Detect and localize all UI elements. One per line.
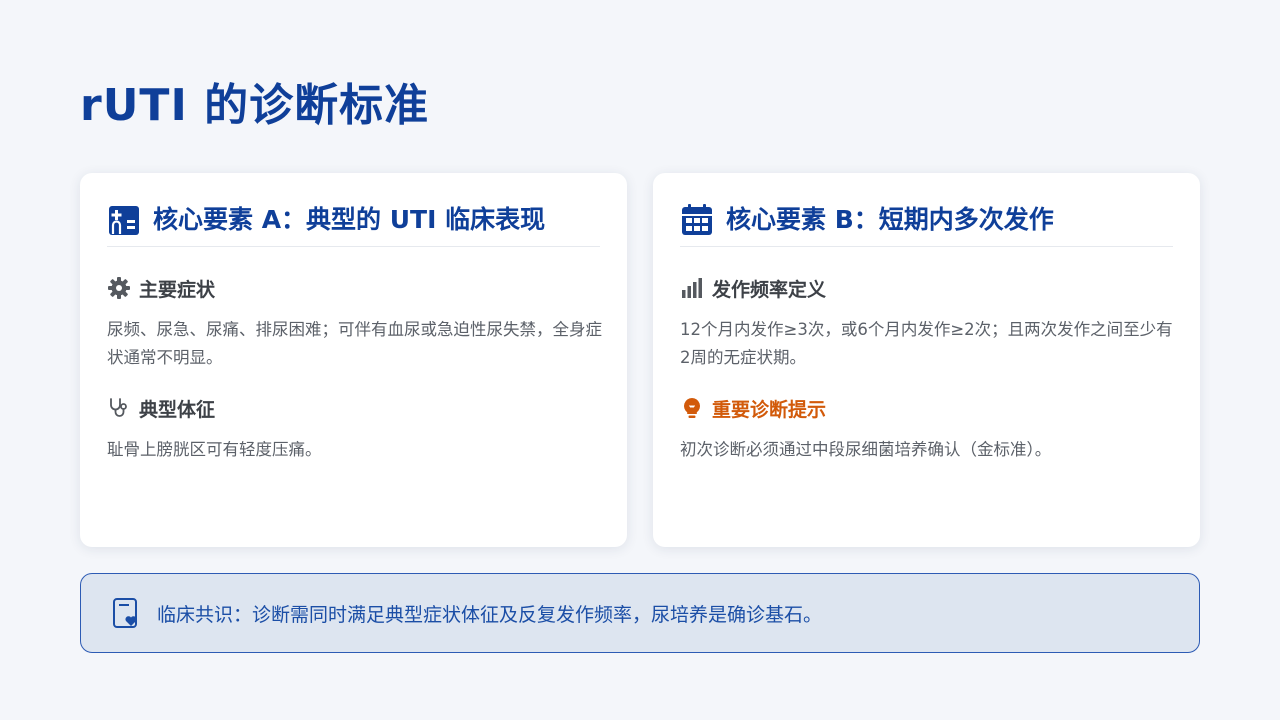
lightbulb-icon bbox=[684, 398, 700, 418]
bar-chart-icon bbox=[682, 278, 702, 298]
card-title: 核心要素 B：短期内多次发作 bbox=[726, 205, 1054, 234]
typical-signs-section: 典型体征 耻骨上膀胱区可有轻度压痛。 bbox=[107, 394, 603, 464]
hospital-icon bbox=[109, 206, 139, 235]
section-text: 初次诊断必须通过中段尿细菌培养确认（金标准）。 bbox=[680, 440, 1052, 459]
section-title: 典型体征 bbox=[139, 398, 216, 421]
card-title: 核心要素 A：典型的 UTI 临床表现 bbox=[153, 205, 546, 234]
card-header: 核心要素 A：典型的 UTI 临床表现 bbox=[107, 201, 600, 247]
calendar-icon bbox=[682, 204, 712, 235]
section-title: 主要症状 bbox=[139, 278, 216, 301]
clinical-consensus-banner: 临床共识：诊断需同时满足典型症状体征及反复发作频率，尿培养是确诊基石。 bbox=[80, 573, 1200, 653]
frequency-definition-section: 发作频率定义 12个月内发作≥3次，或6个月内发作≥2次；且两次发作之间至少有2… bbox=[680, 274, 1176, 372]
stethoscope-icon bbox=[110, 398, 127, 417]
diagnosis-tip-section: 重要诊断提示 初次诊断必须通过中段尿细菌培养确认（金标准）。 bbox=[680, 394, 1176, 464]
core-element-a-card: 核心要素 A：典型的 UTI 临床表现 主要症状 尿频、尿急、尿痛、排尿困难；可… bbox=[80, 173, 627, 547]
clipboard-heart-icon bbox=[113, 598, 137, 628]
card-header: 核心要素 B：短期内多次发作 bbox=[680, 201, 1173, 247]
core-element-b-card: 核心要素 B：短期内多次发作 发作频率定义 12个月内发作≥3次，或6个月内发作… bbox=[653, 173, 1200, 547]
section-text: 12个月内发作≥3次，或6个月内发作≥2次；且两次发作之间至少有2周的无症状期。 bbox=[680, 320, 1173, 367]
section-text: 尿频、尿急、尿痛、排尿困难；可伴有血尿或急迫性尿失禁，全身症状通常不明显。 bbox=[107, 320, 602, 367]
banner-text: 临床共识：诊断需同时满足典型症状体征及反复发作频率，尿培养是确诊基石。 bbox=[157, 603, 823, 626]
section-title: 发作频率定义 bbox=[712, 278, 827, 301]
main-symptoms-section: 主要症状 尿频、尿急、尿痛、排尿困难；可伴有血尿或急迫性尿失禁，全身症状通常不明… bbox=[107, 274, 603, 372]
gear-icon bbox=[108, 277, 130, 299]
section-text: 耻骨上膀胱区可有轻度压痛。 bbox=[107, 440, 322, 459]
section-title: 重要诊断提示 bbox=[712, 398, 827, 421]
page-title: rUTI 的诊断标准 bbox=[80, 80, 430, 131]
